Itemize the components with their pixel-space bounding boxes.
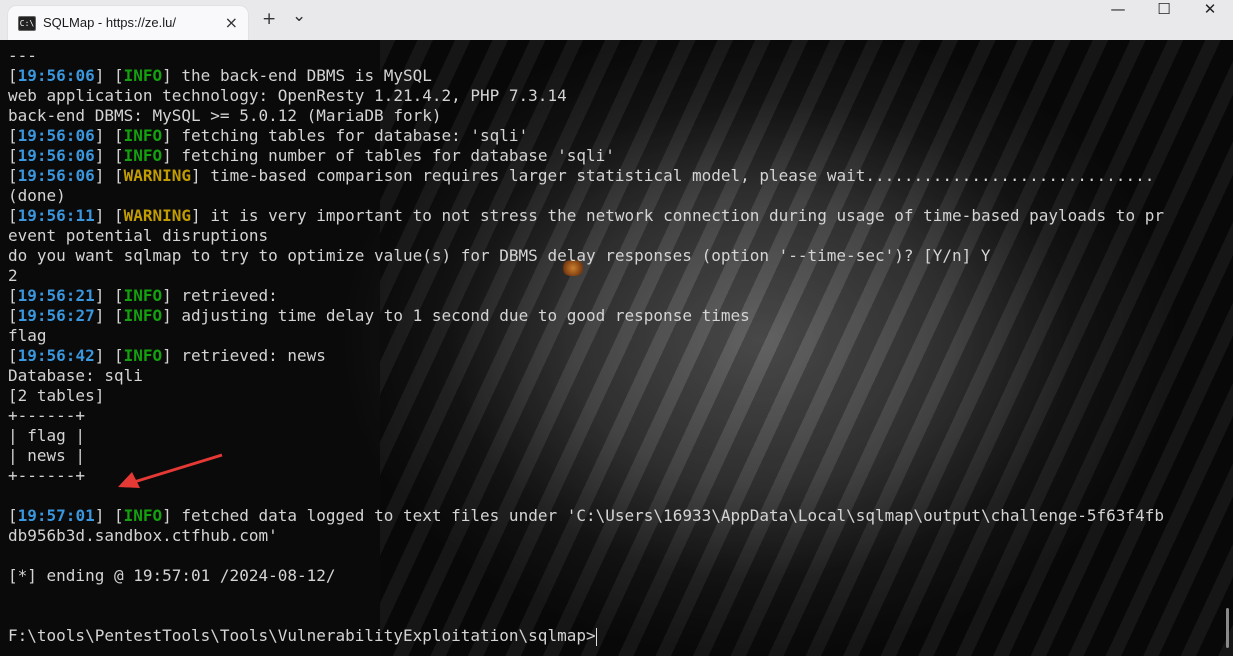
- minimize-button[interactable]: —: [1095, 0, 1141, 40]
- output-line: web application technology: OpenResty 1.…: [8, 86, 567, 105]
- log-level: INFO: [123, 126, 163, 145]
- new-tab-button[interactable]: +: [262, 9, 276, 29]
- output-line: [*] ending @ 19:57:01 /2024-08-12/: [8, 566, 336, 585]
- terminal-output[interactable]: --- [19:56:06] [INFO] the back-end DBMS …: [0, 40, 1233, 656]
- chevron-down-icon[interactable]: ⌄: [292, 6, 306, 26]
- output-line: ---: [8, 46, 37, 65]
- red-arrow-annotation: [118, 453, 223, 488]
- timestamp: 19:57:01: [17, 506, 95, 525]
- table-row: | news |: [8, 446, 86, 465]
- timestamp: 19:56:06: [17, 146, 95, 165]
- log-line: [19:56:42] [INFO] retrieved: news: [8, 346, 326, 365]
- terminal-icon: C:\: [18, 16, 36, 31]
- log-line: [19:56:06] [INFO] fetching number of tab…: [8, 146, 615, 165]
- log-line: [19:56:06] [WARNING] time-based comparis…: [8, 166, 1155, 185]
- output-line: db956b3d.sandbox.ctfhub.com': [8, 526, 278, 545]
- log-line: [19:56:06] [INFO] the back-end DBMS is M…: [8, 66, 432, 85]
- log-level: INFO: [123, 66, 163, 85]
- log-line: [19:57:01] [INFO] fetched data logged to…: [8, 506, 1164, 525]
- log-level: WARNING: [123, 206, 192, 225]
- log-level: INFO: [123, 346, 163, 365]
- output-line: [2 tables]: [8, 386, 105, 405]
- output-line: 2: [8, 266, 18, 285]
- table-row: | flag |: [8, 426, 86, 445]
- output-line: Database: sqli: [8, 366, 143, 385]
- log-line: [19:56:06] [INFO] fetching tables for da…: [8, 126, 529, 145]
- prompt-question: do you want sqlmap to try to optimize va…: [8, 246, 991, 265]
- title-bar: C:\ SQLMap - https://ze.lu/ × + ⌄ — ☐ ✕: [0, 0, 1233, 40]
- table-border: +------+: [8, 466, 86, 485]
- maximize-button[interactable]: ☐: [1141, 0, 1187, 40]
- tab-close-icon[interactable]: ×: [225, 13, 238, 32]
- log-level: INFO: [123, 506, 163, 525]
- timestamp: 19:56:42: [17, 346, 95, 365]
- timestamp: 19:56:06: [17, 66, 95, 85]
- output-line: flag: [8, 326, 47, 345]
- timestamp: 19:56:21: [17, 286, 95, 305]
- output-line: back-end DBMS: MySQL >= 5.0.12 (MariaDB …: [8, 106, 442, 125]
- timestamp: 19:56:06: [17, 166, 95, 185]
- log-line: [19:56:21] [INFO] retrieved:: [8, 286, 278, 305]
- timestamp: 19:56:06: [17, 126, 95, 145]
- scrollbar[interactable]: [1226, 608, 1229, 648]
- log-line: [19:56:27] [INFO] adjusting time delay t…: [8, 306, 750, 325]
- output-line: (done): [8, 186, 66, 205]
- command-prompt[interactable]: F:\tools\PentestTools\Tools\Vulnerabilit…: [8, 626, 597, 646]
- text-cursor: [595, 627, 597, 646]
- tab-sqlmap[interactable]: C:\ SQLMap - https://ze.lu/ ×: [8, 6, 248, 40]
- log-level: INFO: [123, 146, 163, 165]
- arrow-shaft: [133, 453, 223, 484]
- log-level: WARNING: [123, 166, 192, 185]
- table-border: +------+: [8, 406, 86, 425]
- log-level: INFO: [123, 286, 163, 305]
- output-line: event potential disruptions: [8, 226, 269, 245]
- log-level: INFO: [123, 306, 163, 325]
- terminal-window: C:\ SQLMap - https://ze.lu/ × + ⌄ — ☐ ✕ …: [0, 0, 1233, 656]
- log-line: [19:56:11] [WARNING] it is very importan…: [8, 206, 1164, 225]
- close-button[interactable]: ✕: [1187, 0, 1233, 40]
- timestamp: 19:56:11: [17, 206, 95, 225]
- timestamp: 19:56:27: [17, 306, 95, 325]
- tab-title: SQLMap - https://ze.lu/: [43, 15, 176, 30]
